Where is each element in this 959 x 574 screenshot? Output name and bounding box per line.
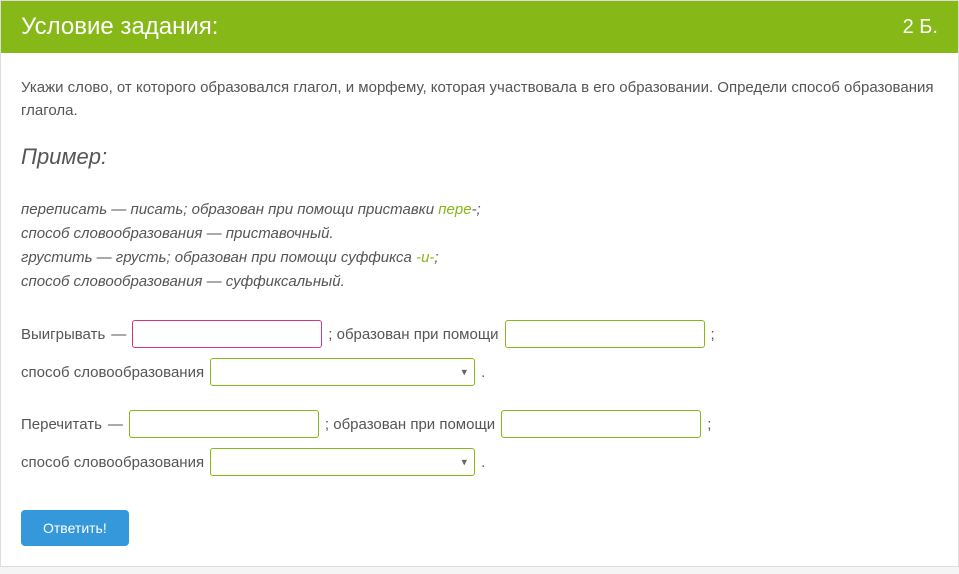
formed-label-2: ; образован при помощи [325,416,495,433]
morpheme-input-1[interactable] [505,320,705,348]
task-content: Укажи слово, от которого образовался гла… [1,53,958,566]
example-line-1: переписать — писать; образован при помощ… [21,198,938,222]
semicolon-1: ; [711,326,715,343]
select-wrapper-1 [210,358,475,386]
task-group-2: Перечитать — ; образован при помощи ; сп… [21,410,938,476]
example-block: переписать — писать; образован при помощ… [21,198,938,294]
select-wrapper-2 [210,448,475,476]
example-title: Пример: [21,144,938,170]
submit-button[interactable]: Ответить! [21,510,129,546]
task-container: Условие задания: 2 Б. Укажи слово, от ко… [0,0,959,567]
period-2: . [481,454,485,471]
example-text: грустить — грусть; образован при помощи … [21,249,416,266]
method-label-1: способ словообразования [21,364,204,381]
morpheme-input-2[interactable] [501,410,701,438]
base-word-input-1[interactable] [132,320,322,348]
example-text: переписать — писать; образован при помощ… [21,201,438,218]
task-group-1: Выигрывать — ; образован при помощи ; сп… [21,320,938,386]
task-row-1a: Выигрывать — ; образован при помощи ; [21,320,938,348]
method-select-1[interactable] [210,358,475,386]
example-line-4: способ словообразования — суффиксальный. [21,270,938,294]
task-row-2a: Перечитать — ; образован при помощи ; [21,410,938,438]
task-row-1b: способ словообразования . [21,358,938,386]
task-row-2b: способ словообразования . [21,448,938,476]
task-word-2: Перечитать [21,416,102,433]
dash: — [108,416,123,433]
header-points: 2 Б. [903,16,938,39]
task-word-1: Выигрывать [21,326,105,343]
method-label-2: способ словообразования [21,454,204,471]
example-line-2: способ словообразования — приставочный. [21,222,938,246]
semicolon-2: ; [707,416,711,433]
example-text: -; [472,201,481,218]
formed-label-1: ; образован при помощи [328,326,498,343]
example-highlight: -и- [416,249,434,266]
example-text: ; [434,249,438,266]
base-word-input-2[interactable] [129,410,319,438]
task-header: Условие задания: 2 Б. [1,1,958,53]
instruction-text: Укажи слово, от которого образовался гла… [21,77,938,122]
header-title: Условие задания: [21,13,218,41]
method-select-2[interactable] [210,448,475,476]
example-highlight: пере [438,201,471,218]
dash: — [111,326,126,343]
period-1: . [481,364,485,381]
example-line-3: грустить — грусть; образован при помощи … [21,246,938,270]
